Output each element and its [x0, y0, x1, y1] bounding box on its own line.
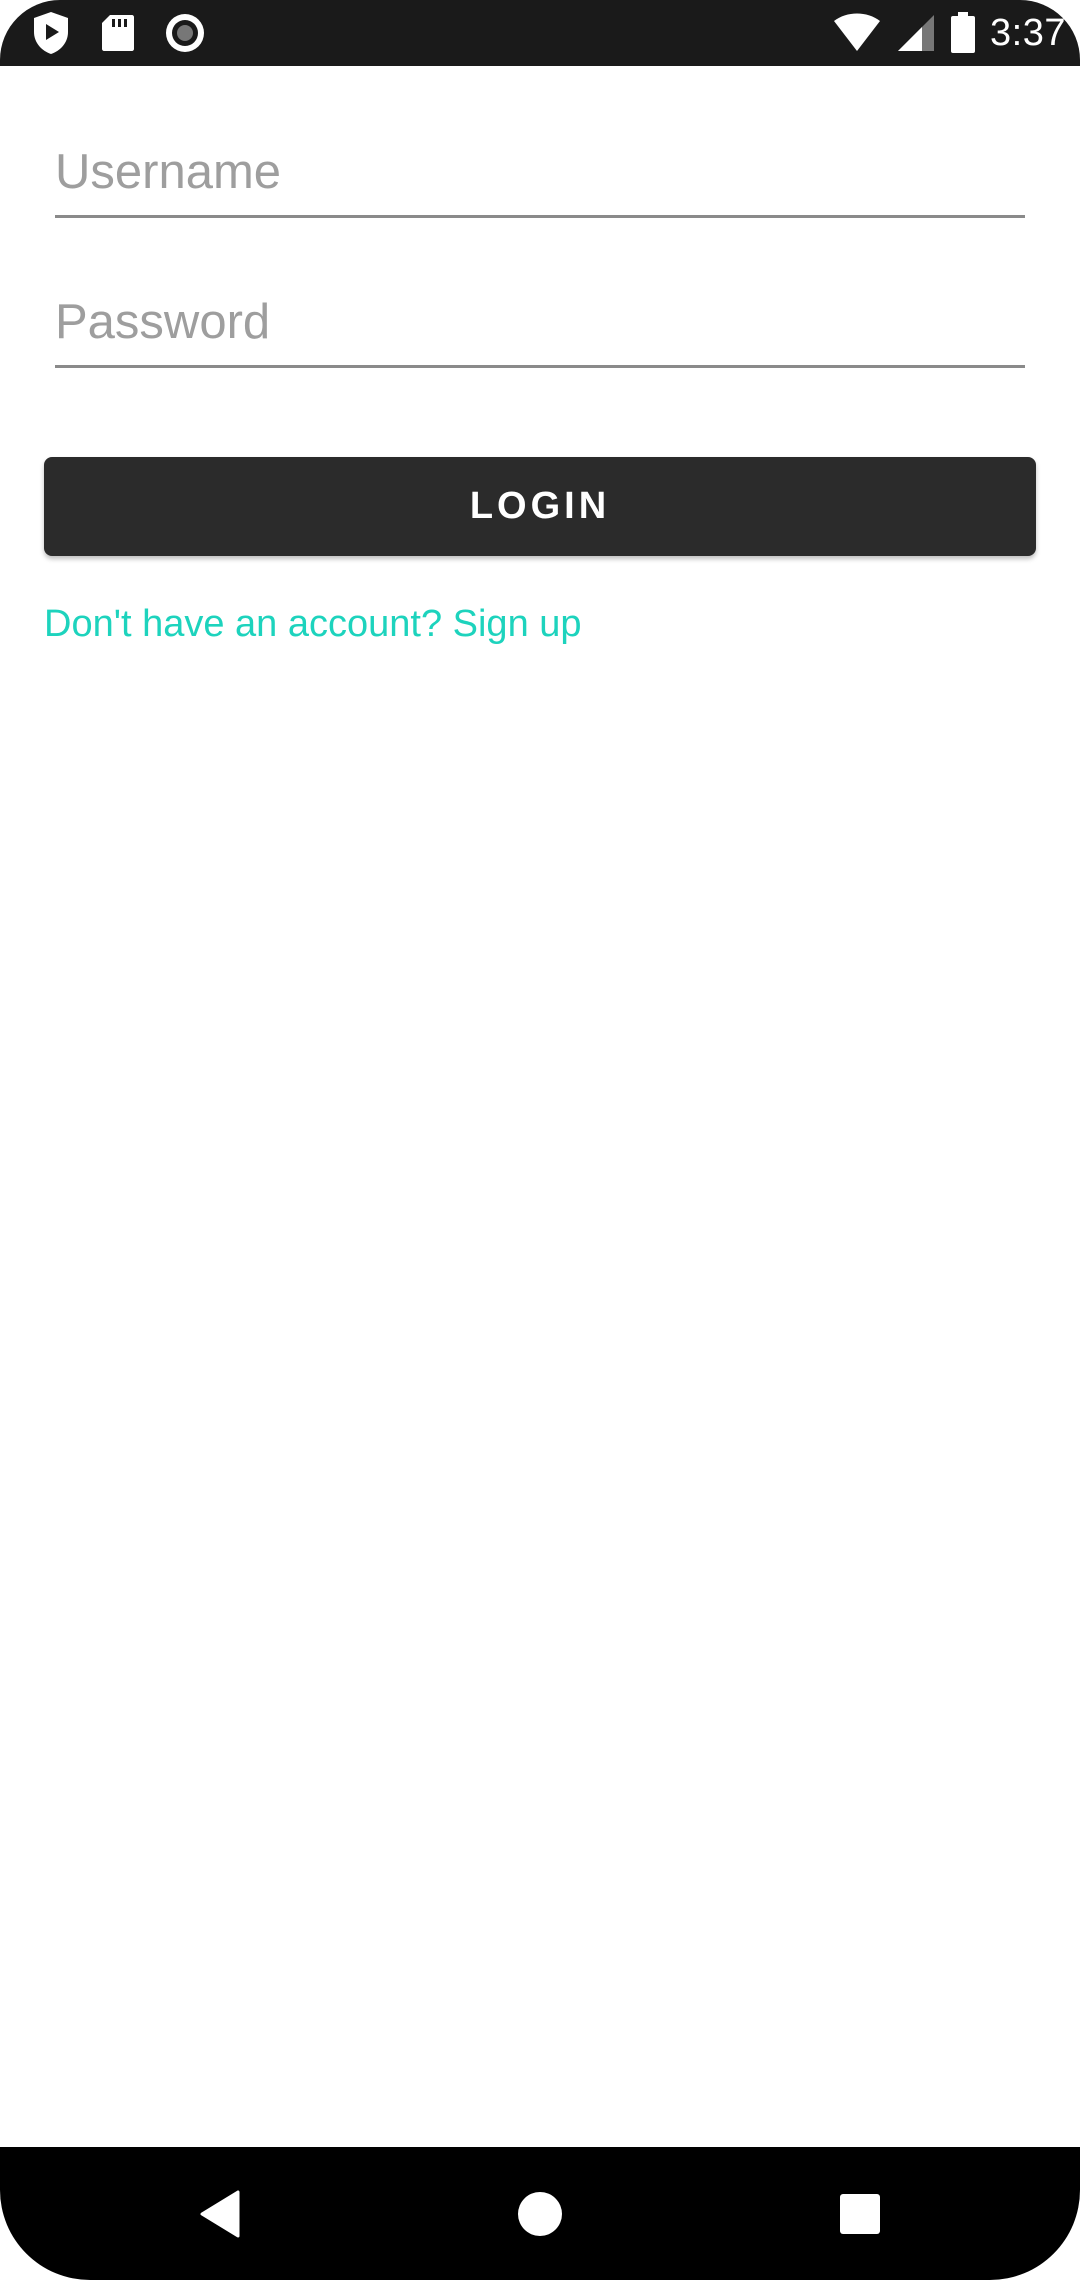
record-icon: [164, 12, 206, 54]
signup-link[interactable]: Don't have an account? Sign up: [44, 603, 582, 646]
status-right-icons: 3:37: [832, 10, 1066, 56]
sd-card-icon: [100, 13, 136, 53]
login-button[interactable]: LOGIN: [44, 457, 1036, 556]
signal-icon: [896, 13, 936, 53]
status-left-icons: [30, 10, 206, 56]
nav-recents-button[interactable]: [800, 2147, 920, 2280]
recents-icon: [839, 2193, 881, 2235]
back-icon: [198, 2190, 242, 2238]
battery-icon: [950, 12, 976, 54]
nav-home-button[interactable]: [480, 2147, 600, 2280]
wifi-icon: [832, 13, 882, 53]
username-input[interactable]: [55, 128, 1025, 215]
username-field[interactable]: [55, 128, 1025, 218]
login-screen: 3:37 LOGIN Don't have an account? Sign u…: [0, 0, 1080, 2280]
login-button-label: LOGIN: [469, 485, 611, 527]
password-field[interactable]: [55, 278, 1025, 368]
shield-play-icon: [30, 10, 72, 56]
home-icon: [517, 2191, 563, 2237]
status-time: 3:37: [990, 11, 1066, 54]
navigation-bar: [0, 2147, 1080, 2280]
nav-back-button[interactable]: [160, 2147, 280, 2280]
password-input[interactable]: [55, 278, 1025, 365]
status-bar: 3:37: [0, 0, 1080, 66]
